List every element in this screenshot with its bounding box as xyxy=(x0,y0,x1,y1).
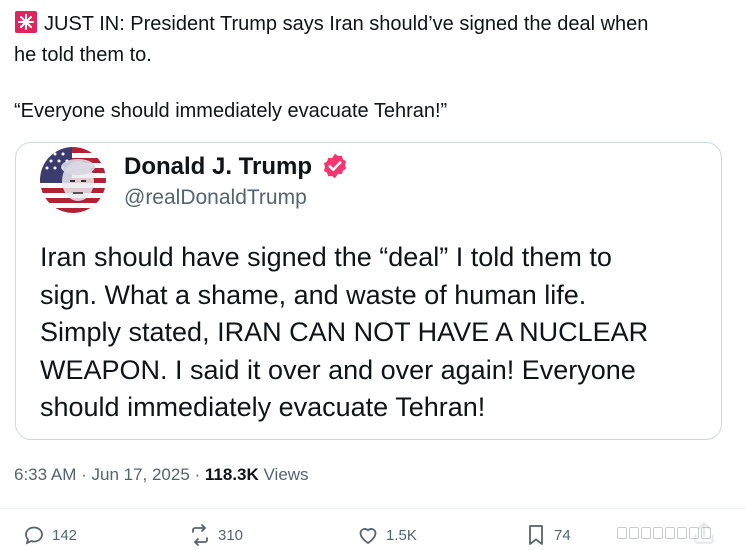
reply-icon xyxy=(25,526,43,545)
post-text: JUST IN: President Trump says Iran shoul… xyxy=(14,9,714,71)
siren-emoji-icon xyxy=(15,11,37,33)
like-button[interactable]: 1.5K xyxy=(356,520,417,550)
quoted-body-line: WEAPON. I said it over and over again! E… xyxy=(40,354,636,385)
author-handle[interactable]: @realDonaldTrump xyxy=(124,186,307,210)
avatar-image xyxy=(40,147,106,213)
headline-line-2: he told them to. xyxy=(14,44,152,66)
views-count: 118.3K xyxy=(204,465,259,484)
post: JUST IN: President Trump says Iran shoul… xyxy=(0,0,746,550)
verified-badge-icon xyxy=(323,153,347,179)
post-quote-line: “Everyone should immediately evacuate Te… xyxy=(14,100,448,122)
quoted-body-line: Iran should have signed the “deal” I tol… xyxy=(40,242,612,272)
watermark-icon xyxy=(617,520,717,546)
views-label: Views xyxy=(258,465,309,484)
avatar[interactable] xyxy=(40,147,106,213)
quoted-body-line: Simply stated, IRAN CAN NOT HAVE A NUCLE… xyxy=(40,317,649,348)
quoted-post-card[interactable]: Donald J. Trump @realDonaldTrump Iran sh… xyxy=(15,142,722,440)
repost-count: 310 xyxy=(218,526,244,544)
reply-count: 142 xyxy=(52,526,78,544)
heart-icon xyxy=(359,528,377,544)
repost-icon xyxy=(192,524,208,546)
author-name[interactable]: Donald J. Trump xyxy=(124,153,312,181)
meta-separator: · xyxy=(76,465,92,484)
like-count: 1.5K xyxy=(386,526,417,544)
meta-separator: · xyxy=(189,465,205,484)
quoted-body-line: should immediately evacuate Tehran! xyxy=(40,392,486,423)
headline-line-1: JUST IN: President Trump says Iran shoul… xyxy=(44,13,649,35)
post-meta: 6:33 AM · Jun 17, 2025 · 118.3K Views xyxy=(14,465,309,485)
reply-button[interactable]: 142 xyxy=(22,520,77,550)
post-date[interactable]: Jun 17, 2025 xyxy=(91,465,189,484)
divider xyxy=(0,508,746,509)
quoted-post-body: Iran should have signed the “deal” I tol… xyxy=(40,239,710,427)
bookmark-count: 74 xyxy=(554,526,571,544)
post-time[interactable]: 6:33 AM xyxy=(14,465,76,484)
bookmark-button[interactable]: 74 xyxy=(524,520,571,550)
quoted-body-line: sign. What a shame, and waste of human l… xyxy=(40,279,587,310)
bookmark-icon xyxy=(529,525,543,545)
repost-button[interactable]: 310 xyxy=(188,520,243,550)
